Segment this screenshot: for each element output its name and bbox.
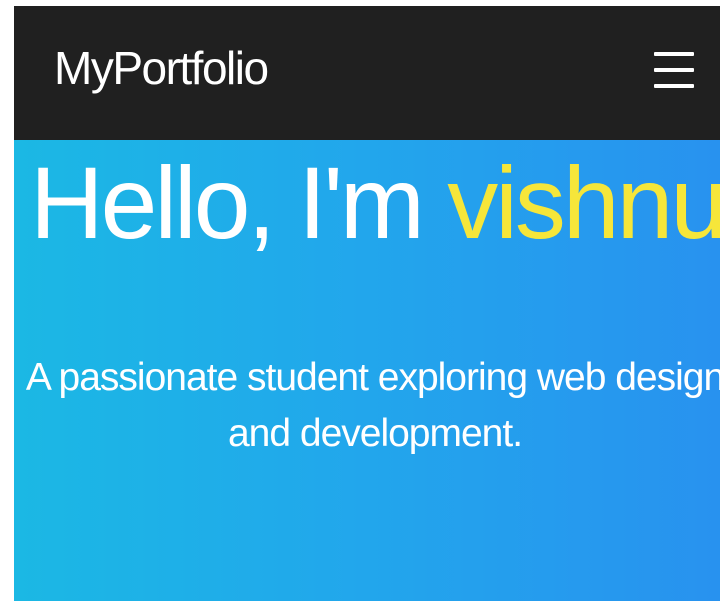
hero-subtitle-line1: A passionate student exploring web desig… [25, 356, 720, 399]
hero-subtitle-line2: and development. [227, 412, 523, 455]
brand-logo[interactable]: MyPortfolio [54, 40, 269, 96]
menu-bar-bottom [654, 84, 694, 88]
menu-bar-middle [654, 68, 694, 72]
navbar: MyPortfolio [14, 6, 720, 140]
hero-greeting: Hello, I'm [30, 146, 425, 260]
page-frame: MyPortfolio Hello, I'm vishnu A passiona… [14, 6, 720, 601]
hamburger-menu-icon[interactable] [654, 52, 694, 88]
hero-subtitle: A passionate student exploring web desig… [14, 350, 720, 462]
menu-bar-top [654, 52, 694, 56]
hero-title: Hello, I'm vishnu [30, 148, 720, 258]
hero-section: Hello, I'm vishnu A passionate student e… [14, 140, 720, 601]
hero-name: vishnu [447, 146, 720, 260]
